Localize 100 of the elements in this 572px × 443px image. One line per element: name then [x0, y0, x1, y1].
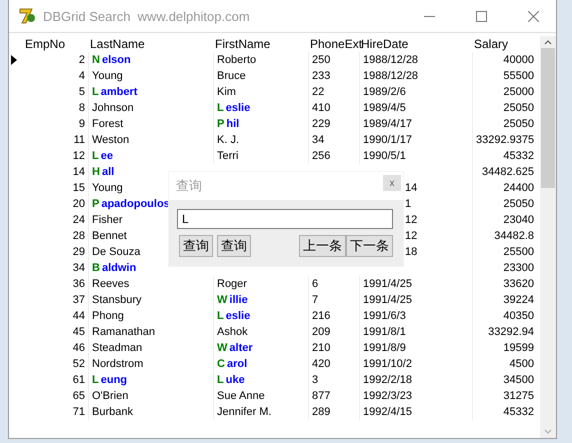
table-cell: L ee	[88, 148, 213, 164]
table-cell: N elson	[88, 52, 213, 68]
table-cell-text: 44	[72, 309, 86, 324]
table-cell-text: 37	[72, 293, 86, 308]
table-cell: P hil	[213, 116, 308, 132]
table-cell: 25500	[472, 244, 537, 260]
column-header[interactable]: FirstName	[213, 37, 308, 51]
table-cell: 24400	[472, 180, 537, 196]
column-header[interactable]: Salary	[472, 37, 537, 51]
table-cell: 1989/4/5	[359, 100, 472, 116]
table-cell: W alter	[213, 340, 308, 356]
table-cell: 1991/10/2	[359, 356, 472, 372]
table-cell: 33292.94	[472, 324, 537, 340]
table-cell: Ramanathan	[88, 324, 213, 340]
table-cell: Bruce	[213, 68, 308, 84]
maximize-icon[interactable]	[476, 10, 486, 22]
table-cell-text: 52	[72, 357, 86, 372]
table-cell: Stansbury	[88, 292, 213, 308]
table-cell: 1991/8/9	[359, 340, 472, 356]
table-cell: 19599	[472, 340, 537, 356]
table-cell: 210	[308, 340, 359, 356]
table-cell-text: 8	[78, 101, 86, 116]
nav-button[interactable]: 上一条	[299, 235, 346, 257]
table-cell: Weston	[88, 132, 213, 148]
table-cell: 1991/8/1	[359, 324, 472, 340]
table-cell: 25050	[472, 196, 537, 212]
table-cell: L eung	[88, 372, 213, 388]
scrollbar[interactable]	[540, 36, 556, 438]
table-cell: 410	[308, 100, 359, 116]
table-cell: 1992/4/15	[359, 404, 472, 420]
table-cell: Burbank	[88, 404, 213, 420]
table-cell-text: 24	[72, 213, 86, 228]
table-cell: Jennifer M.	[213, 404, 308, 420]
table-cell: 34482.625	[472, 164, 537, 180]
table-cell: Ashok	[213, 324, 308, 340]
table-cell-text: 28	[72, 229, 86, 244]
table-cell: 22	[308, 84, 359, 100]
table-cell-text: 9	[78, 117, 86, 132]
search-field[interactable]: L	[177, 209, 393, 229]
table-cell: 1990/1/17	[359, 132, 472, 148]
table-cell: 25050	[472, 100, 537, 116]
scroll-thumb[interactable]	[541, 48, 555, 188]
table-cell: 1989/4/17	[359, 116, 472, 132]
table-cell: 1991/4/25	[359, 276, 472, 292]
column-header[interactable]: EmpNo	[23, 37, 88, 51]
table-cell: 3	[308, 372, 359, 388]
table-cell: Phong	[88, 308, 213, 324]
table-cell: 1990/5/1	[359, 148, 472, 164]
table-cell: L uke	[213, 372, 308, 388]
table-cell: 25050	[472, 116, 537, 132]
table-cell: 1992/2/18	[359, 372, 472, 388]
search-button[interactable]: 查询	[217, 235, 251, 257]
table-cell-text: 46	[72, 341, 86, 356]
search-button[interactable]: 查询	[179, 235, 213, 257]
table-cell-text: 4	[78, 69, 86, 84]
table-cell: Young	[88, 68, 213, 84]
table-cell: Sue Anne	[213, 388, 308, 404]
table-cell: Forest	[88, 116, 213, 132]
table-cell: W illie	[213, 292, 308, 308]
table-cell: 33292.9375	[472, 132, 537, 148]
table-cell-text: 29	[72, 245, 86, 260]
table-cell-text: 12	[72, 149, 86, 164]
table-cell: 55500	[472, 68, 537, 84]
table-cell: 229	[308, 116, 359, 132]
table-cell: 209	[308, 324, 359, 340]
close-icon[interactable]	[528, 10, 538, 22]
table-cell: L eslie	[213, 100, 308, 116]
table-cell-text: 65	[72, 389, 86, 404]
column-header[interactable]: LastName	[88, 37, 213, 51]
dialog-title: 查询	[176, 177, 202, 195]
table-cell: Steadman	[88, 340, 213, 356]
table-cell-text: 15	[72, 181, 86, 196]
table-cell: 256	[308, 148, 359, 164]
table-cell: Terri	[213, 148, 308, 164]
table-cell: Roger	[213, 276, 308, 292]
close-button[interactable]: x	[383, 175, 401, 191]
window-title: DBGrid Search www.delphitop.com	[43, 8, 251, 24]
table-cell: Nordstrom	[88, 356, 213, 372]
table-cell: Kim	[213, 84, 308, 100]
table-cell: 45332	[472, 404, 537, 420]
table-cell: Reeves	[88, 276, 213, 292]
table-cell-text: 20	[72, 197, 86, 212]
table-cell: 289	[308, 404, 359, 420]
table-cell: L ambert	[88, 84, 213, 100]
table-cell-text: 45	[72, 325, 86, 340]
table-cell: 1991/4/25	[359, 292, 472, 308]
table-cell: Johnson	[88, 100, 213, 116]
table-cell-text: 14	[72, 165, 86, 180]
table-cell: 39224	[472, 292, 537, 308]
table-cell: 1988/12/28	[359, 52, 472, 68]
table-cell: 34482.8	[472, 228, 537, 244]
nav-button[interactable]: 下一条	[346, 235, 393, 257]
table-cell: 45332	[472, 148, 537, 164]
table-cell-text: 71	[72, 405, 86, 420]
table-cell: 25000	[472, 84, 537, 100]
table-cell: O'Brien	[88, 388, 213, 404]
table-cell: 33620	[472, 276, 537, 292]
table-cell: 23040	[472, 212, 537, 228]
table-cell: 23300	[472, 260, 537, 276]
table-cell: 6	[308, 276, 359, 292]
